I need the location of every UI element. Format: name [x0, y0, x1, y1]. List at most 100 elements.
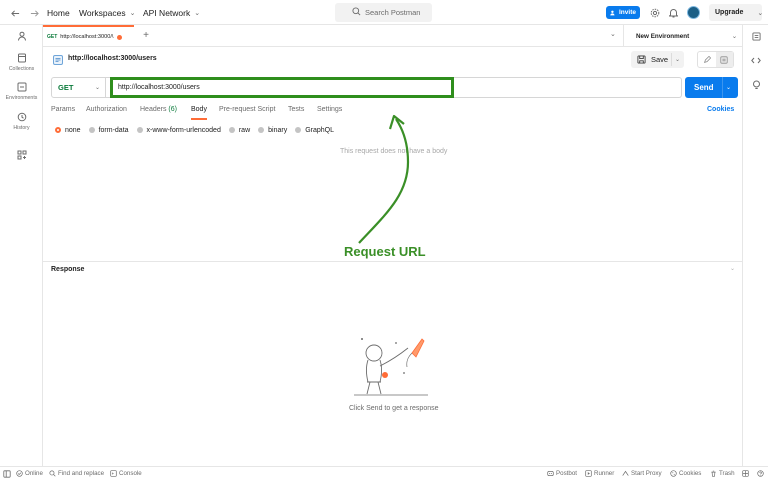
postman-app: Home Workspaces ⌄ API Network ⌄ Search Pos…: [0, 0, 768, 480]
find-replace-button[interactable]: Find and replace: [49, 470, 104, 477]
response-divider: [43, 261, 742, 262]
workspaces-menu[interactable]: Workspaces ⌄: [79, 8, 135, 18]
search-input[interactable]: Search Postman: [335, 3, 432, 22]
save-label: Save: [651, 55, 669, 64]
history-icon: [17, 112, 26, 122]
collapse-chevron-icon[interactable]: ⌄: [730, 265, 735, 272]
trash-icon: [711, 470, 716, 477]
cookies-label: Cookies: [679, 470, 702, 477]
radio-x-www-form-urlencoded[interactable]: x-www-form-urlencoded: [136, 126, 221, 134]
sidebar-item-label: History: [13, 125, 30, 131]
view-mode-toggle[interactable]: [697, 51, 734, 68]
radio-label: GraphQL: [305, 126, 334, 134]
chevron-down-icon[interactable]: ⌄: [675, 56, 680, 63]
sidebar-item-user[interactable]: [0, 31, 43, 44]
unsaved-dot-icon: [117, 34, 123, 40]
sidebar-item-apps[interactable]: [0, 150, 43, 163]
invite-button[interactable]: Invite: [606, 6, 640, 19]
notification-bell-icon[interactable]: [667, 6, 680, 19]
tabs-overflow-chevron-icon[interactable]: ⌄: [610, 30, 616, 38]
tab-params[interactable]: Params: [51, 106, 75, 120]
environment-quick-look-icon[interactable]: [750, 30, 762, 42]
url-input[interactable]: http://localhost:3000/users: [110, 77, 454, 98]
method-select[interactable]: GET ⌄: [51, 77, 106, 98]
status-bar: Online Find and replace Console Postbot …: [0, 466, 768, 480]
method-label: GET: [58, 83, 74, 92]
environments-icon: [17, 82, 26, 92]
documentation-icon[interactable]: [715, 52, 733, 67]
tab-authorization[interactable]: Authorization: [86, 106, 127, 120]
home-link[interactable]: Home: [47, 8, 70, 18]
http-request-icon: [53, 55, 63, 67]
radio-icon: [228, 127, 235, 133]
online-status[interactable]: Online: [16, 470, 43, 477]
search-placeholder: Search Postman: [365, 8, 421, 17]
top-bar: Home Workspaces ⌄ API Network ⌄ Search Pos…: [0, 0, 768, 25]
start-proxy-button[interactable]: Start Proxy: [622, 470, 662, 477]
tab-pre-request-script[interactable]: Pre-request Script: [219, 106, 275, 120]
cookies-button[interactable]: Cookies: [670, 470, 701, 477]
search-icon: [49, 470, 56, 477]
tab-body[interactable]: Body: [191, 106, 207, 120]
chevron-down-icon: ⌄: [194, 10, 201, 17]
forward-arrow-icon[interactable]: [27, 6, 41, 20]
trash-button[interactable]: Trash: [710, 470, 735, 477]
radio-icon: [295, 127, 302, 133]
tab-tests[interactable]: Tests: [288, 106, 304, 120]
help-icon[interactable]: [757, 470, 764, 477]
settings-gear-icon[interactable]: [648, 6, 661, 19]
new-tab-plus-icon[interactable]: +: [140, 29, 152, 41]
url-value: http://localhost:3000/users: [118, 84, 200, 91]
sidebar-item-label: Collections: [8, 66, 35, 72]
back-arrow-icon[interactable]: [8, 6, 22, 20]
send-button[interactable]: Send ⌄: [685, 77, 738, 98]
toggle-sidebar-icon[interactable]: [3, 470, 11, 478]
sidebar-item-collections[interactable]: Collections: [0, 53, 43, 72]
console-button[interactable]: Console: [110, 470, 142, 477]
response-title: Response: [51, 266, 85, 273]
cookies-link[interactable]: Cookies: [707, 106, 734, 113]
upgrade-button[interactable]: Upgrade ⌄: [709, 4, 764, 21]
save-button[interactable]: Save ⌄: [631, 51, 684, 68]
body-type-radio-group: none form-data x-www-form-urlencoded raw…: [55, 125, 342, 135]
environment-select[interactable]: New Environment ⌄: [623, 25, 743, 47]
proxy-icon: [622, 470, 629, 476]
sidebar-item-history[interactable]: History: [0, 112, 43, 131]
radio-none[interactable]: none: [55, 127, 81, 134]
runner-icon: [585, 470, 592, 477]
radio-binary[interactable]: binary: [258, 127, 287, 134]
api-network-menu[interactable]: API Network ⌄: [143, 8, 200, 18]
user-icon: [17, 31, 26, 41]
postbot-label: Postbot: [556, 470, 577, 477]
postbot-icon: [547, 471, 554, 476]
tab-request-users[interactable]: GET http://localhost:3000/\: [43, 25, 134, 47]
runner-button[interactable]: Runner: [585, 470, 614, 477]
radio-label: raw: [238, 126, 251, 134]
layout-toggle-icon[interactable]: [742, 470, 749, 477]
chevron-down-icon[interactable]: ⌄: [726, 84, 731, 91]
postbot-button[interactable]: Postbot: [547, 470, 577, 477]
radio-label: x-www-form-urlencoded: [146, 126, 221, 134]
annotation-label: Request URL: [344, 244, 426, 259]
radio-selected-icon: [55, 127, 61, 133]
info-lightbulb-icon[interactable]: [750, 79, 762, 91]
headers-count: (6): [168, 106, 177, 113]
chevron-down-icon: ⌄: [757, 9, 764, 17]
sidebar-item-environments[interactable]: Environments: [0, 82, 43, 101]
request-title[interactable]: http://localhost:3000/users: [68, 55, 157, 62]
tab-headers[interactable]: Headers (6): [140, 106, 177, 120]
tab-settings[interactable]: Settings: [317, 106, 342, 120]
edit-pencil-icon[interactable]: [698, 52, 716, 67]
radio-graphql[interactable]: GraphQL: [295, 127, 334, 134]
workspaces-label: Workspaces: [79, 8, 126, 18]
user-avatar[interactable]: [687, 6, 700, 19]
cookie-icon: [670, 470, 677, 477]
empty-body-message: This request does not have a body: [340, 148, 448, 155]
console-icon: [110, 470, 117, 477]
code-snippet-icon[interactable]: [750, 54, 762, 66]
console-label: Console: [119, 470, 142, 477]
invite-label: Invite: [619, 9, 636, 16]
send-label: Send: [694, 83, 714, 92]
radio-form-data[interactable]: form-data: [88, 127, 129, 134]
radio-raw[interactable]: raw: [228, 126, 251, 134]
